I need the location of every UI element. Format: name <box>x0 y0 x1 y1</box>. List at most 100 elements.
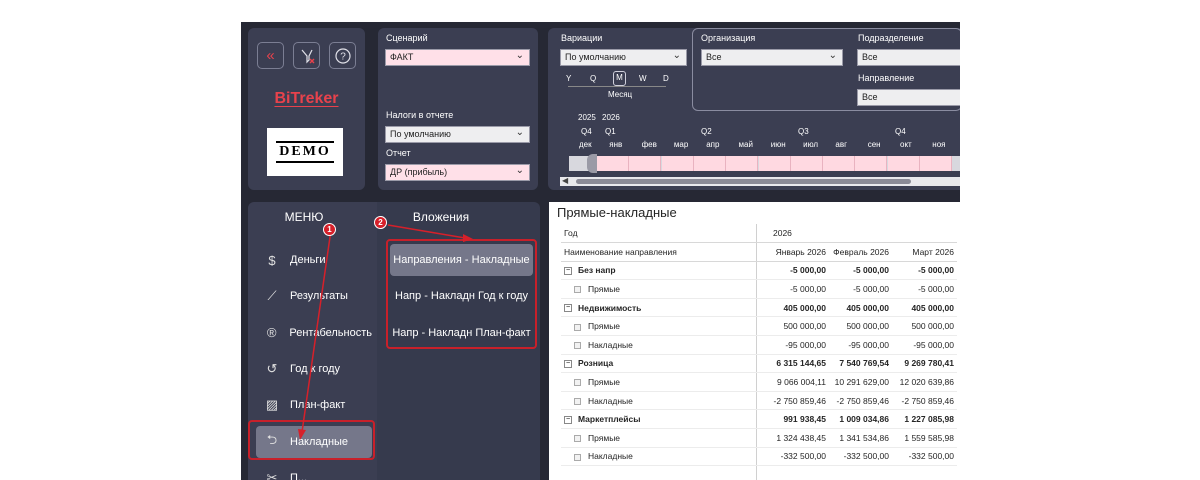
granularity-w[interactable]: W <box>639 74 647 83</box>
report-value: ДР (прибыль) <box>390 167 448 177</box>
chevron-down-icon: ⌄ <box>672 50 681 61</box>
row-name: Без напр <box>578 265 616 276</box>
table-cell: 9 066 004,11 <box>766 372 829 392</box>
column-header[interactable]: Март 2026 <box>892 242 957 262</box>
timeline-quarter: Q2 <box>701 127 712 136</box>
expand-icon[interactable] <box>574 286 581 294</box>
granularity-q[interactable]: Q <box>590 74 596 83</box>
collapse-icon[interactable]: − <box>564 360 572 369</box>
scenario-select[interactable]: ФАКТ ⌄ <box>385 49 530 66</box>
direction-label: Направление <box>858 73 915 83</box>
scissors-icon: ✂ <box>266 469 278 480</box>
table-cell: -332 500,00 <box>829 447 892 467</box>
timeline-month-cell[interactable] <box>790 156 823 171</box>
timeline-quarter: Q4 <box>895 127 906 136</box>
scrollbar-thumb[interactable] <box>576 179 911 184</box>
timeline-month-label[interactable]: дек <box>579 140 592 149</box>
timeline-month-label[interactable]: сен <box>868 140 881 149</box>
division-select[interactable]: Все <box>857 49 960 66</box>
timeline-month-label[interactable]: авг <box>835 140 847 149</box>
menu-item[interactable]: ® Рентабельность <box>256 317 372 349</box>
help-button[interactable]: ? <box>329 42 356 69</box>
column-header[interactable]: Февраль 2026 <box>829 242 892 262</box>
timeline-month-cell[interactable] <box>597 156 629 171</box>
timeline-month-cell[interactable] <box>726 156 759 171</box>
table-cell: -332 500,00 <box>892 447 957 467</box>
column-header[interactable]: Январь 2026 <box>766 242 829 262</box>
menu-item[interactable]: ⟋ Результаты <box>256 280 372 312</box>
granularity-m[interactable]: M <box>613 71 626 86</box>
menu-item[interactable]: ▨ План-факт <box>256 389 372 421</box>
organization-label: Организация <box>701 33 756 43</box>
history-icon: ↺ <box>266 360 278 376</box>
timeline-month-cell[interactable] <box>920 156 952 171</box>
annotation-badge-2: 2 <box>374 216 387 229</box>
timeline-month-cell[interactable] <box>887 156 920 171</box>
expand-icon[interactable] <box>574 379 581 387</box>
table-cell: -5 000,00 <box>892 261 957 281</box>
expand-icon[interactable] <box>574 323 581 331</box>
registered-circle-icon: ® <box>266 325 277 341</box>
timeline-month-cell[interactable] <box>758 156 791 171</box>
expand-icon[interactable] <box>574 435 581 443</box>
granularity-d[interactable]: D <box>663 74 669 83</box>
timeline-month-label[interactable]: июн <box>771 140 786 149</box>
menu-item[interactable]: ↺ Год к году <box>256 353 372 385</box>
timeline-month-cell[interactable] <box>661 156 694 171</box>
image-chart-icon: ▨ <box>265 397 279 413</box>
menu-item[interactable]: $ Деньги <box>256 244 372 276</box>
expand-icon[interactable] <box>574 397 581 405</box>
taxes-select[interactable]: По умолчанию ⌄ <box>385 126 530 143</box>
report-select[interactable]: ДР (прибыль) ⌄ <box>385 164 530 181</box>
collapse-icon[interactable]: − <box>564 304 572 313</box>
table-cell: 7 540 769,54 <box>829 354 892 374</box>
question-circle-icon: ? <box>334 47 351 64</box>
collapse-icon[interactable]: − <box>564 267 572 276</box>
timeline-month-label[interactable]: окт <box>900 140 912 149</box>
timeline-month-cell[interactable] <box>823 156 856 171</box>
row-name: Прямые <box>588 377 621 388</box>
annotation-box-menu <box>248 420 375 460</box>
table-cell: 6 315 144,65 <box>766 354 829 374</box>
timeline-month-label[interactable]: янв <box>609 140 622 149</box>
row-name: Накладные <box>588 339 633 350</box>
timeline-month-label[interactable]: июл <box>803 140 818 149</box>
table-cell: 500 000,00 <box>766 316 829 337</box>
timeline-month-label[interactable]: фев <box>642 140 657 149</box>
granularity-y[interactable]: Y <box>566 74 571 83</box>
collapse-icon[interactable]: − <box>564 415 572 424</box>
direction-select[interactable]: Все <box>857 89 960 106</box>
expand-icon[interactable] <box>574 342 581 350</box>
menu-item[interactable]: ✂ П... <box>256 462 372 480</box>
scroll-left-icon[interactable]: ◀ <box>562 176 568 185</box>
chevron-down-icon: ⌄ <box>515 165 524 176</box>
report-panel: Прямые-накладные Год 2026 Наименование н… <box>549 202 960 480</box>
timeline-month-label[interactable]: май <box>739 140 753 149</box>
variations-select[interactable]: По умолчанию ⌄ <box>560 49 687 66</box>
menu-item-label: Деньги <box>290 254 326 266</box>
clear-filters-button[interactable] <box>293 42 320 69</box>
timeline-month-cell[interactable] <box>693 156 726 171</box>
timeline-month-label[interactable]: ноя <box>932 140 945 149</box>
annotation-badge-1: 1 <box>323 223 336 236</box>
demo-logo-text: DEMO <box>276 141 334 163</box>
menu-item-label: Рентабельность <box>289 326 372 339</box>
table-cell: -95 000,00 <box>892 335 957 355</box>
expand-icon[interactable] <box>574 453 581 461</box>
timeline-range-handle[interactable] <box>587 154 597 173</box>
timeline-month-cell[interactable] <box>629 156 662 171</box>
timeline-month-label[interactable]: апр <box>706 140 719 149</box>
table-cell: 991 938,45 <box>766 409 829 430</box>
table-cell: -5 000,00 <box>829 279 892 299</box>
table-cell: 500 000,00 <box>829 316 892 337</box>
organization-select[interactable]: Все ⌄ <box>701 49 843 66</box>
timeline-month-label[interactable]: мар <box>674 140 688 149</box>
submenu-title: Вложения <box>412 210 470 224</box>
row-name: Накладные <box>588 451 633 462</box>
timeline-month-cell[interactable] <box>855 156 888 171</box>
report-table: Год 2026 Наименование направления Январь… <box>561 224 957 467</box>
scenario-label: Сценарий <box>386 33 428 43</box>
variations-label: Вариации <box>561 33 603 43</box>
back-button[interactable]: « <box>257 42 284 69</box>
timeline-scrollbar[interactable]: ◀ <box>560 176 960 186</box>
